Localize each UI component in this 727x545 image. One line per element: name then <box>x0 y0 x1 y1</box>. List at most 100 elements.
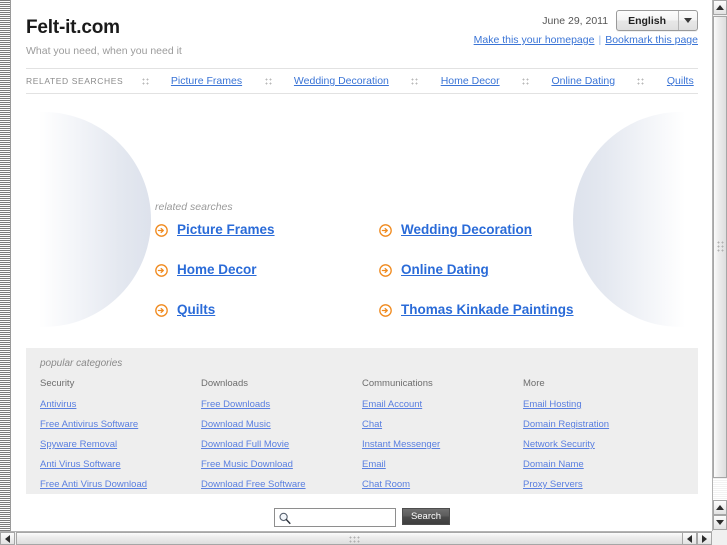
category-link[interactable]: Free Anti Virus Download <box>40 479 201 490</box>
scroll-right-arrow-icon <box>702 534 707 543</box>
category-link[interactable]: Network Security <box>523 439 684 450</box>
category-link[interactable]: Free Downloads <box>201 399 362 410</box>
scroll-down-button-2[interactable] <box>713 515 727 530</box>
popular-categories-panel: popular categories Security Antivirus Fr… <box>26 348 698 494</box>
current-date: June 29, 2011 <box>542 14 609 27</box>
brand-tagline: What you need, when you need it <box>26 45 182 57</box>
search-input[interactable] <box>293 509 393 526</box>
related-searches-main: related searches Picture Frames Wedding … <box>12 94 712 339</box>
page-title: Felt-it.com <box>26 17 120 38</box>
scroll-up-button[interactable] <box>713 0 727 15</box>
category-link[interactable]: Email Account <box>362 399 523 410</box>
arrow-circle-right-icon <box>155 223 168 237</box>
category-link[interactable]: Chat Room <box>362 479 523 490</box>
navbar-item-quilts[interactable]: Quilts <box>667 75 694 87</box>
make-homepage-link[interactable]: Make this your homepage <box>474 34 595 46</box>
vertical-scrollbar[interactable] <box>712 0 727 531</box>
scrollbar-grip-icon <box>717 241 725 253</box>
horizontal-scrollbar[interactable] <box>0 531 712 545</box>
search-button[interactable]: Search <box>402 508 450 525</box>
scroll-down-button-1[interactable] <box>713 500 727 515</box>
arrow-circle-right-icon <box>379 263 392 277</box>
related-searches-caption: related searches <box>155 201 233 213</box>
category-link[interactable]: Download Music <box>201 419 362 430</box>
navbar-caption: RELATED SEARCHES <box>26 76 124 86</box>
navbar-item-picture-frames[interactable]: Picture Frames <box>171 75 242 87</box>
bookmark-page-link[interactable]: Bookmark this page <box>605 34 698 46</box>
decorative-arc-left <box>39 112 151 327</box>
related-link-row[interactable]: Home Decor <box>155 262 379 278</box>
scroll-down-arrow-icon <box>716 520 724 525</box>
horizontal-scroll-end-buttons <box>682 532 712 545</box>
dots-separator-icon <box>264 77 272 85</box>
category-link[interactable]: Antivirus <box>40 399 201 410</box>
category-link[interactable]: Anti Virus Software <box>40 459 201 470</box>
browser-viewport: Felt-it.com What you need, when you need… <box>0 0 727 545</box>
related-link-thomas-kinkade-paintings[interactable]: Thomas Kinkade Paintings <box>401 303 574 317</box>
scroll-left-arrow-icon <box>5 534 10 543</box>
scrollbar-grip-icon <box>349 536 361 544</box>
related-link-row[interactable]: Picture Frames <box>155 222 379 238</box>
navbar-item-wedding-decoration[interactable]: Wedding Decoration <box>294 75 389 87</box>
related-link-picture-frames[interactable]: Picture Frames <box>177 223 275 237</box>
related-link-wedding-decoration[interactable]: Wedding Decoration <box>401 223 532 237</box>
category-column-communications: Communications Email Account Chat Instan… <box>362 378 523 499</box>
related-link-quilts[interactable]: Quilts <box>177 303 215 317</box>
navbar-items: Picture Frames Wedding Decoration Home D… <box>123 75 698 87</box>
page-canvas: Felt-it.com What you need, when you need… <box>12 0 712 533</box>
related-link-home-decor[interactable]: Home Decor <box>177 263 257 277</box>
header-utility-area: June 29, 2011 English Make this your hom… <box>474 10 698 46</box>
search-icon <box>279 512 291 525</box>
category-heading: Security <box>40 378 75 389</box>
scroll-right-button-end[interactable] <box>697 532 712 545</box>
related-link-row[interactable]: Wedding Decoration <box>379 222 610 238</box>
category-link[interactable]: Chat <box>362 419 523 430</box>
navbar-item-home-decor[interactable]: Home Decor <box>441 75 500 87</box>
related-link-online-dating[interactable]: Online Dating <box>401 263 489 277</box>
category-link[interactable]: Spyware Removal <box>40 439 201 450</box>
category-link[interactable]: Free Music Download <box>201 459 362 470</box>
related-searches-navbar: RELATED SEARCHES Picture Frames Wedding … <box>26 68 698 94</box>
arrow-circle-right-icon <box>379 303 392 317</box>
category-link[interactable]: Proxy Servers <box>523 479 684 490</box>
arrow-circle-right-icon <box>155 263 168 277</box>
category-heading: Communications <box>362 378 433 389</box>
dots-separator-icon <box>637 77 645 85</box>
category-link[interactable]: Download Full Movie <box>201 439 362 450</box>
related-link-row[interactable]: Online Dating <box>379 262 610 278</box>
related-link-row[interactable]: Quilts <box>155 302 379 318</box>
scroll-up-arrow-icon <box>716 5 724 10</box>
category-link[interactable]: Domain Name <box>523 459 684 470</box>
category-column-more: More Email Hosting Domain Registration N… <box>523 378 684 499</box>
site-header: Felt-it.com What you need, when you need… <box>12 0 712 68</box>
search-bar: Search <box>12 508 712 527</box>
horizontal-scrollbar-thumb[interactable] <box>16 532 694 545</box>
category-column-downloads: Downloads Free Downloads Download Music … <box>201 378 362 499</box>
header-link-separator: | <box>598 34 602 46</box>
related-link-row[interactable]: Thomas Kinkade Paintings <box>379 302 610 318</box>
dots-separator-icon <box>522 77 530 85</box>
category-column-security: Security Antivirus Free Antivirus Softwa… <box>40 378 201 499</box>
scroll-left-button-end[interactable] <box>682 532 697 545</box>
category-link[interactable]: Download Free Software <box>201 479 362 490</box>
category-link[interactable]: Email <box>362 459 523 470</box>
category-link[interactable]: Instant Messenger <box>362 439 523 450</box>
category-link[interactable]: Domain Registration <box>523 419 684 430</box>
language-select-value: English <box>628 14 666 27</box>
arrow-circle-right-icon <box>155 303 168 317</box>
search-field-wrapper[interactable] <box>274 508 396 527</box>
scroll-left-button[interactable] <box>0 532 15 545</box>
navbar-item-online-dating[interactable]: Online Dating <box>551 75 615 87</box>
related-searches-grid: Picture Frames Wedding Decoration Home D… <box>155 222 610 339</box>
vertical-scrollbar-thumb[interactable] <box>713 16 727 478</box>
dots-separator-icon <box>411 77 419 85</box>
scroll-up-arrow-icon <box>716 505 724 510</box>
header-top-row: June 29, 2011 English <box>474 10 698 31</box>
popular-categories-grid: Security Antivirus Free Antivirus Softwa… <box>40 378 684 499</box>
language-select[interactable]: English <box>616 10 698 31</box>
arrow-circle-right-icon <box>379 223 392 237</box>
category-link[interactable]: Free Antivirus Software <box>40 419 201 430</box>
category-link[interactable]: Email Hosting <box>523 399 684 410</box>
scroll-left-arrow-icon <box>687 534 692 543</box>
chevron-down-icon <box>678 11 697 30</box>
